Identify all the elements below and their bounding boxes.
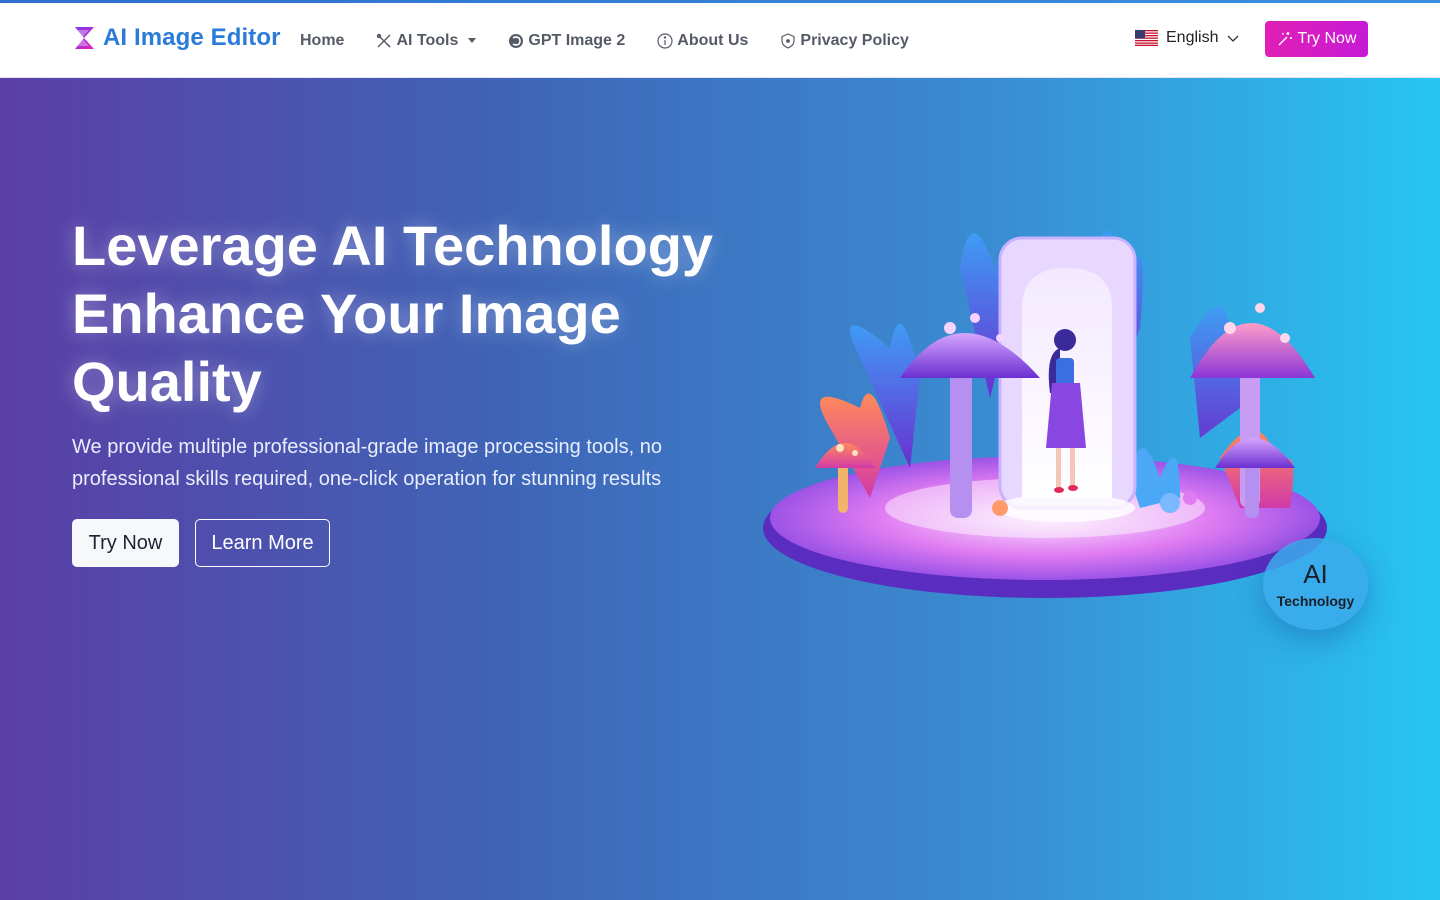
hero-headline: Leverage AI Technology Enhance Your Imag…	[72, 212, 752, 416]
navbar: AI Image Editor Home AI Tools GPT Image …	[0, 3, 1440, 78]
magic-wand-icon	[1278, 32, 1292, 46]
openai-icon	[509, 33, 524, 48]
badge-title: AI	[1303, 559, 1328, 589]
hero-headline-line-3: Quality	[72, 350, 262, 413]
nav-about-us[interactable]: About Us	[657, 32, 748, 50]
logo-icon	[75, 27, 94, 49]
chevron-down-icon	[1228, 35, 1239, 42]
hero-illustration	[763, 230, 1327, 598]
nav-about-us-label: About Us	[677, 31, 749, 49]
header-try-now-label: Try Now	[1297, 30, 1357, 47]
nav-privacy-policy-label: Privacy Policy	[800, 31, 909, 49]
header-try-now-button[interactable]: Try Now	[1265, 21, 1368, 57]
nav-gpt-image-2-label: GPT Image 2	[528, 31, 626, 49]
hero-learn-more-button[interactable]: Learn More	[195, 519, 330, 567]
hero-headline-line-2: Enhance Your Image	[72, 282, 621, 345]
language-selector[interactable]: English	[1135, 29, 1240, 47]
hero-try-now-button[interactable]: Try Now	[72, 519, 179, 567]
nav-ai-tools-label: AI Tools	[396, 31, 459, 49]
hero-headline-line-1: Leverage AI Technology	[72, 214, 714, 277]
nav-ai-tools-dropdown[interactable]: AI Tools	[376, 31, 477, 50]
nav-privacy-policy[interactable]: Privacy Policy	[780, 32, 909, 50]
main-nav: Home AI Tools GPT Image 2 About Us Priva…	[300, 3, 941, 78]
hero-section: Leverage AI Technology Enhance Your Imag…	[0, 78, 1440, 900]
nav-home[interactable]: Home	[300, 32, 344, 50]
info-icon	[657, 32, 673, 49]
brand-link[interactable]: AI Image Editor	[72, 24, 281, 52]
us-flag-icon	[1135, 30, 1158, 46]
language-label: English	[1166, 29, 1219, 46]
ai-technology-badge: AI Technology	[1263, 538, 1368, 630]
tools-icon	[377, 33, 391, 47]
nav-gpt-image-2[interactable]: GPT Image 2	[508, 32, 625, 50]
brand-name: AI Image Editor	[103, 24, 281, 51]
hero-subtitle: We provide multiple professional-grade i…	[72, 436, 662, 490]
shield-icon	[781, 32, 796, 49]
badge-subtitle: Technology	[1276, 593, 1355, 609]
chevron-down-icon	[468, 38, 477, 43]
nav-home-label: Home	[300, 31, 345, 49]
